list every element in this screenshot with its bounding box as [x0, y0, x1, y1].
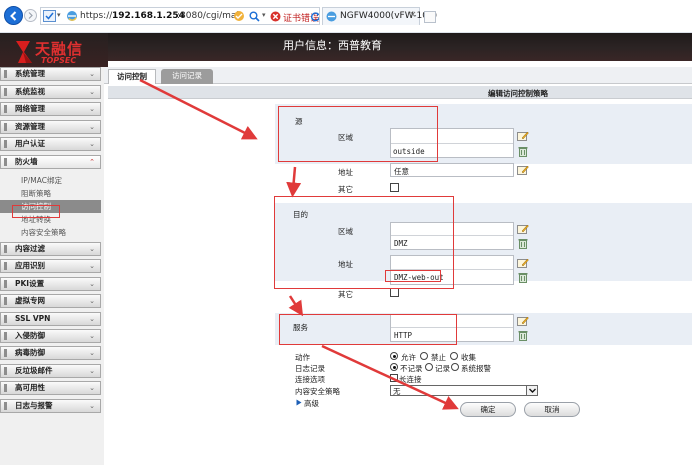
- arrow-3: [288, 295, 304, 317]
- browser-window: ▾ https:// 192.168.1.254 :8080/cgi/mai ▾…: [0, 0, 692, 465]
- arrow-4: [321, 344, 459, 410]
- arrow-1: [139, 78, 258, 140]
- annotation-arrows: [139, 78, 459, 410]
- arrow-2: [286, 166, 302, 198]
